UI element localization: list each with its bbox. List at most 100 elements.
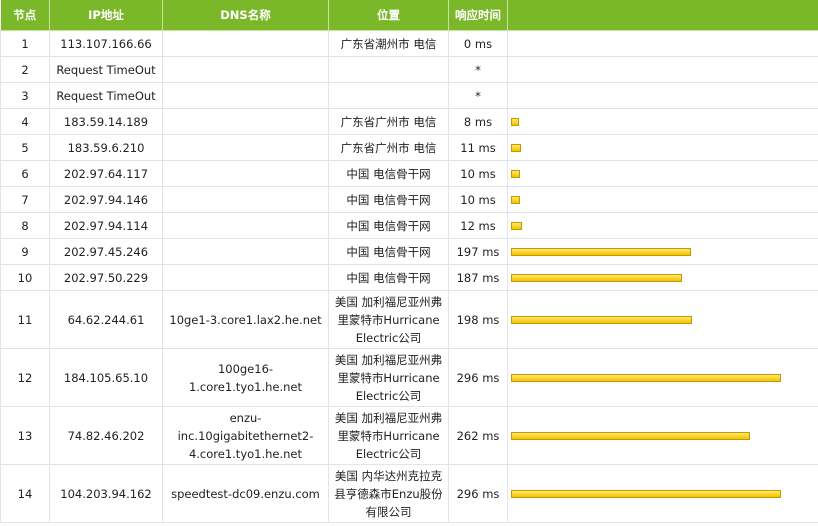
ip-cell: 104.203.94.162 [49,464,163,523]
dns-cell [162,108,329,135]
hop-cell: 7 [0,186,50,213]
dns-cell [162,82,329,109]
hop-cell: 5 [0,134,50,161]
latency-bar-cell [507,264,818,291]
location-cell [328,56,449,83]
hop-cell: 3 [0,82,50,109]
latency-bar [511,221,522,230]
table-row: 12 184.105.65.10 100ge16-1.core1.tyo1.he… [0,348,818,407]
dns-cell [162,186,329,213]
hop-cell: 8 [0,212,50,239]
column-header-location: 位置 [328,0,449,31]
dns-cell: 100ge16-1.core1.tyo1.he.net [162,348,329,407]
time-cell: 296 ms [448,348,508,407]
dns-cell: speedtest-dc09.enzu.com [162,464,329,523]
location-cell: 美国 内华达州克拉克县亨德森市Enzu股份有限公司 [328,464,449,523]
table-row: 14 104.203.94.162 speedtest-dc09.enzu.co… [0,464,818,523]
dns-cell [162,238,329,265]
hop-cell: 2 [0,56,50,83]
dns-cell [162,56,329,83]
table-row: 10 202.97.50.229 中国 电信骨干网 187 ms [0,264,818,291]
latency-bar-cell [507,30,818,57]
ip-cell: 202.97.94.114 [49,212,163,239]
table-row: 5 183.59.6.210 广东省广州市 电信 11 ms [0,134,818,161]
latency-bar-cell [507,406,818,465]
dns-cell [162,134,329,161]
table-row: 9 202.97.45.246 中国 电信骨干网 197 ms [0,238,818,265]
ip-cell: 202.97.45.246 [49,238,163,265]
ip-cell: 64.62.244.61 [49,290,163,349]
ip-cell: 74.82.46.202 [49,406,163,465]
column-header-dns: DNS名称 [162,0,329,31]
latency-bar [511,143,521,152]
ip-cell: 184.105.65.10 [49,348,163,407]
latency-bar [511,169,520,178]
ip-cell: 202.97.64.117 [49,160,163,187]
hop-cell: 14 [0,464,50,523]
time-cell: 11 ms [448,134,508,161]
ip-cell: 113.107.166.66 [49,30,163,57]
time-cell: 198 ms [448,290,508,349]
latency-bar-cell [507,212,818,239]
table-row: 8 202.97.94.114 中国 电信骨干网 12 ms [0,212,818,239]
table-row: 4 183.59.14.189 广东省广州市 电信 8 ms [0,108,818,135]
column-header-response-time: 响应时间 [448,0,508,31]
location-cell: 广东省潮州市 电信 [328,30,449,57]
hop-cell: 6 [0,160,50,187]
table-row: 6 202.97.64.117 中国 电信骨干网 10 ms [0,160,818,187]
table-row: 2 Request TimeOut * [0,56,818,83]
time-cell: * [448,82,508,109]
dns-cell: enzu-inc.10gigabitethernet2-4.core1.tyo1… [162,406,329,465]
hop-cell: 13 [0,406,50,465]
latency-bar-cell [507,108,818,135]
latency-bar [511,431,750,440]
table-header-row: 节点 IP地址 DNS名称 位置 响应时间 [0,0,818,31]
dns-cell [162,160,329,187]
latency-bar [511,247,691,256]
latency-bar-cell [507,290,818,349]
ip-cell: 202.97.94.146 [49,186,163,213]
table-row: 7 202.97.94.146 中国 电信骨干网 10 ms [0,186,818,213]
latency-bar-cell [507,348,818,407]
time-cell: * [448,56,508,83]
latency-bar-cell [507,56,818,83]
location-cell: 中国 电信骨干网 [328,264,449,291]
location-cell: 广东省广州市 电信 [328,134,449,161]
table-row: 11 64.62.244.61 10ge1-3.core1.lax2.he.ne… [0,290,818,349]
column-header-ip: IP地址 [49,0,163,31]
time-cell: 10 ms [448,160,508,187]
latency-bar-cell [507,160,818,187]
latency-bar-cell [507,134,818,161]
location-cell: 美国 加利福尼亚州弗里蒙特市Hurricane Electric公司 [328,348,449,407]
column-header-hop: 节点 [0,0,50,31]
time-cell: 12 ms [448,212,508,239]
location-cell: 中国 电信骨干网 [328,186,449,213]
hop-cell: 1 [0,30,50,57]
latency-bar [511,273,682,282]
time-cell: 197 ms [448,238,508,265]
location-cell: 美国 加利福尼亚州弗里蒙特市Hurricane Electric公司 [328,406,449,465]
location-cell: 美国 加利福尼亚州弗里蒙特市Hurricane Electric公司 [328,290,449,349]
latency-bar [511,489,781,498]
time-cell: 0 ms [448,30,508,57]
latency-bar-cell [507,238,818,265]
dns-cell [162,30,329,57]
latency-bar-cell [507,464,818,523]
ip-cell: 183.59.6.210 [49,134,163,161]
hop-cell: 11 [0,290,50,349]
latency-bar [511,195,520,204]
ip-cell: 183.59.14.189 [49,108,163,135]
hop-cell: 4 [0,108,50,135]
table-row: 3 Request TimeOut * [0,82,818,109]
table-row: 13 74.82.46.202 enzu-inc.10gigabitethern… [0,406,818,465]
column-header-latency-bar [507,0,818,31]
time-cell: 8 ms [448,108,508,135]
dns-cell: 10ge1-3.core1.lax2.he.net [162,290,329,349]
ip-cell: Request TimeOut [49,56,163,83]
latency-bar-cell [507,186,818,213]
table-row: 1 113.107.166.66 广东省潮州市 电信 0 ms [0,30,818,57]
time-cell: 296 ms [448,464,508,523]
ip-cell: 202.97.50.229 [49,264,163,291]
location-cell: 中国 电信骨干网 [328,238,449,265]
ip-cell: Request TimeOut [49,82,163,109]
